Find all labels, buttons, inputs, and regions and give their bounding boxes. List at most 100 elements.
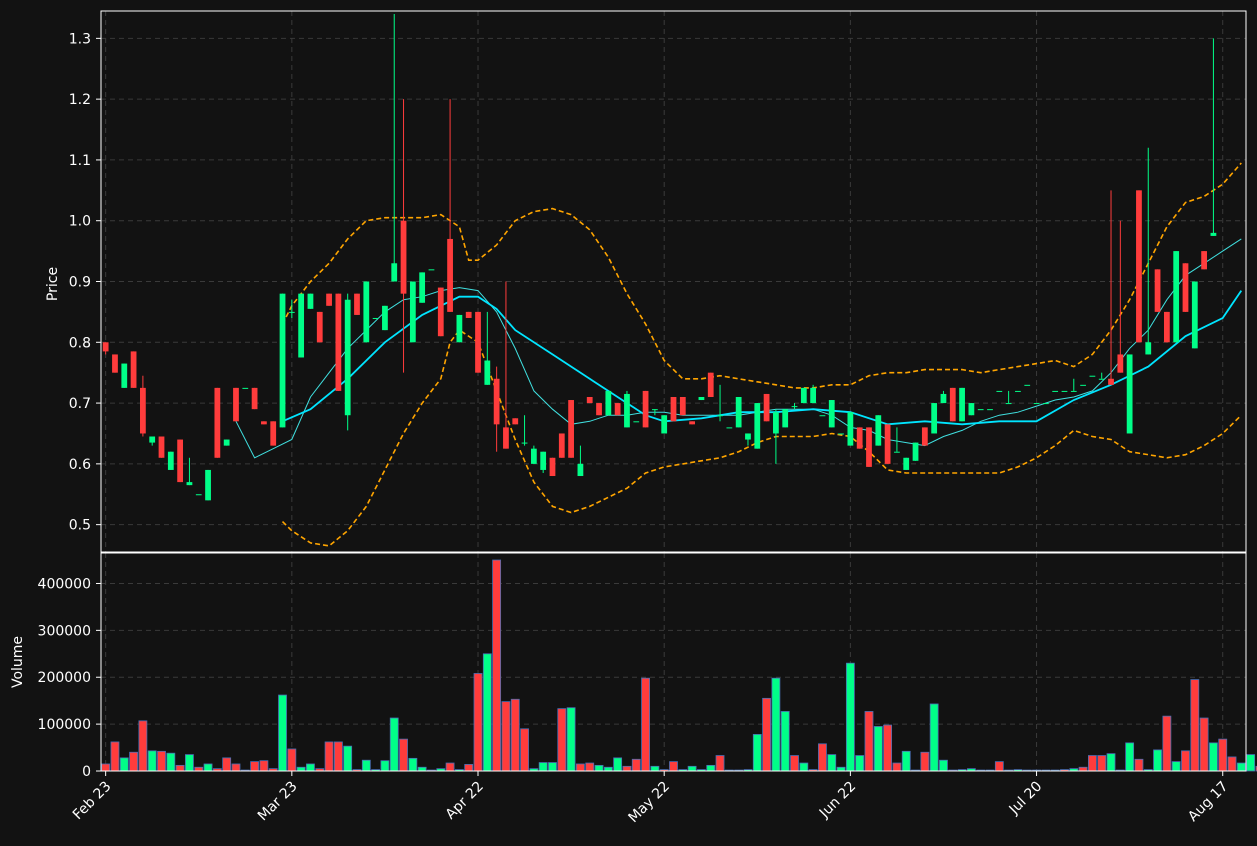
candle-body [949, 387, 956, 422]
volume-bar [687, 765, 697, 772]
volume-tick-label: 100000 [38, 717, 91, 733]
candle-body [940, 393, 947, 404]
volume-bar [343, 745, 353, 772]
volume-bar [585, 762, 595, 772]
candle-body [233, 387, 239, 422]
candle-body [475, 311, 481, 373]
candle-body [614, 403, 621, 416]
candle-body [1061, 390, 1068, 392]
candle-body [158, 436, 165, 458]
volume-bar [408, 757, 418, 772]
volume-bar [780, 711, 790, 772]
volume-bar [1218, 738, 1228, 772]
candle-body [261, 421, 267, 425]
volume-bar [1190, 679, 1200, 772]
volume-bar [883, 724, 893, 772]
volume-bar [306, 763, 315, 772]
volume-bar [296, 766, 306, 772]
price-tick-label: 0.8 [69, 335, 91, 351]
volume-bar [222, 757, 232, 772]
volume-bar [129, 751, 138, 772]
volume-bar [1087, 755, 1097, 772]
candle-body [130, 351, 137, 388]
volume-bar [1134, 758, 1144, 772]
candle-body [186, 482, 193, 486]
volume-bar [1209, 742, 1218, 772]
candle-body [512, 418, 519, 425]
candle-body [726, 427, 733, 429]
candle-body [1015, 390, 1021, 392]
volume-bar [389, 717, 399, 772]
volume-bar [762, 697, 771, 772]
volume-bar [752, 734, 762, 772]
candle-body [651, 409, 658, 411]
candle-body [968, 403, 975, 416]
candle-body [530, 448, 537, 464]
candle-body [670, 396, 677, 422]
volume-bar [445, 762, 455, 772]
candle-body [447, 238, 453, 312]
volume-bar [603, 766, 613, 772]
volume-bar [864, 711, 874, 772]
upper-band-line [281, 162, 1242, 389]
price-tick-label: 0.6 [69, 457, 91, 473]
volume-grid [101, 553, 1246, 772]
volume-bar [1125, 742, 1135, 772]
candle-body [205, 469, 211, 501]
volume-bar [1078, 766, 1088, 772]
volume-bar [669, 761, 678, 772]
volume-bar [464, 764, 474, 772]
candle-body [596, 403, 602, 416]
candle-body [112, 354, 118, 373]
candle-body [214, 387, 221, 458]
volume-bar [259, 760, 269, 772]
candle-body [1145, 342, 1152, 355]
candle-body [875, 415, 882, 446]
candle-body [586, 396, 593, 404]
volume-bar [892, 762, 902, 772]
candle-body [102, 342, 109, 352]
volume-bar [287, 748, 297, 772]
candle-body [1210, 232, 1217, 236]
candle-body [810, 387, 817, 404]
volume-bar [790, 755, 799, 772]
volume-bar [380, 760, 390, 772]
volume-bar [641, 677, 650, 772]
volume-bar [361, 759, 371, 772]
volume-bar [566, 707, 576, 772]
candle-body [149, 436, 156, 443]
volume-bar [548, 762, 557, 772]
candle-body [1033, 403, 1040, 405]
volume-bar [110, 741, 120, 772]
candle-body [298, 293, 305, 358]
volume-bar [873, 726, 883, 772]
candle-body [828, 400, 835, 428]
candle-body [856, 427, 863, 449]
candle-body [773, 412, 779, 434]
volume-bar [771, 677, 781, 772]
price-tick-label: 0.5 [69, 518, 91, 534]
candle-body [782, 409, 789, 428]
candle-body [400, 220, 407, 294]
candle-body [912, 442, 919, 461]
candle-body [717, 415, 723, 417]
price-grid [101, 11, 1246, 552]
candle-body [624, 393, 630, 428]
volume-bar [417, 766, 427, 772]
volume-bar [101, 763, 111, 772]
candle-body [195, 494, 202, 496]
candle-body [363, 281, 370, 343]
volume-bar [613, 757, 623, 772]
volume-bar [492, 559, 502, 772]
volume-bar [510, 698, 520, 772]
volume-bar [1162, 715, 1172, 772]
volume-axis-label: Volume [10, 636, 26, 688]
volume-bar [818, 743, 827, 772]
price-tick-label: 1.1 [69, 153, 91, 169]
volume-bar [482, 653, 492, 772]
candle-body [419, 272, 426, 303]
volume-bar [939, 759, 948, 772]
candle-body [167, 451, 174, 470]
candle-body [1191, 281, 1198, 349]
volume-bar [1181, 750, 1190, 772]
